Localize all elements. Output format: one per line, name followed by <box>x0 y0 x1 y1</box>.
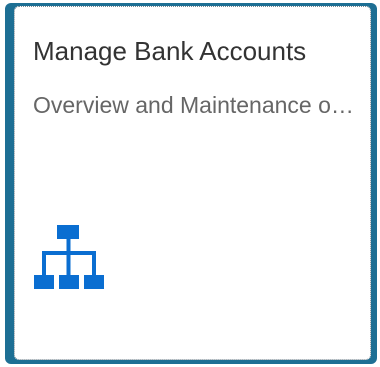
tile-subtitle: Overview and Maintenance of Bank Account… <box>33 92 355 118</box>
tile-title: Manage Bank Accounts <box>33 36 307 66</box>
org-hierarchy-icon <box>34 225 104 291</box>
manage-bank-accounts-tile[interactable]: Manage Bank Accounts Overview and Mainte… <box>14 6 371 360</box>
